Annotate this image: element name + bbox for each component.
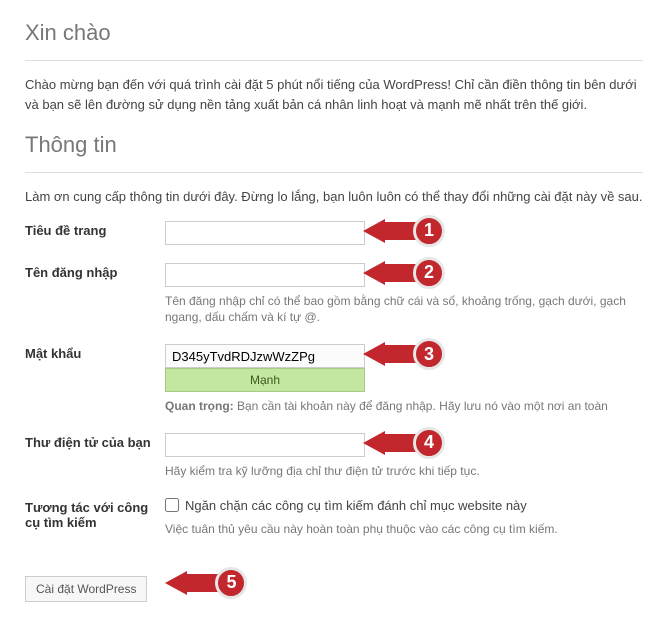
label-search-engines: Tương tác với công cụ tìm kiếm xyxy=(25,490,165,548)
callout-5: 5 xyxy=(165,567,247,599)
search-engine-checkbox[interactable] xyxy=(165,498,179,512)
username-input[interactable] xyxy=(165,263,365,287)
info-text: Làm ơn cung cấp thông tin dưới đây. Đừng… xyxy=(25,187,643,207)
callout-3: 3 xyxy=(363,338,445,370)
callout-number: 1 xyxy=(413,215,445,247)
checkbox-text: Ngăn chặn các công cụ tìm kiếm đánh chỉ … xyxy=(185,498,527,513)
arrow-left-icon xyxy=(165,571,187,595)
callout-number: 2 xyxy=(413,257,445,289)
callout-number: 4 xyxy=(413,427,445,459)
intro-text: Chào mừng bạn đến với quá trình cài đặt … xyxy=(25,75,643,114)
search-engine-hint: Việc tuân thủ yêu cầu này hoàn toàn phụ … xyxy=(165,521,643,538)
label-password: Mật khẩu xyxy=(25,336,165,425)
section-heading: Thông tin xyxy=(25,132,643,158)
callout-number: 3 xyxy=(413,338,445,370)
divider xyxy=(25,172,643,173)
callout-4: 4 xyxy=(363,427,445,459)
email-input[interactable] xyxy=(165,433,365,457)
callout-2: 2 xyxy=(363,257,445,289)
username-hint: Tên đăng nhập chỉ có thể bao gồm bằng ch… xyxy=(165,293,643,327)
label-username: Tên đăng nhập xyxy=(25,255,165,337)
password-important: Quan trọng: Bạn cần tài khoản này để đăn… xyxy=(165,398,643,415)
password-strength-meter: Mạnh xyxy=(165,368,365,392)
label-site-title: Tiêu đề trang xyxy=(25,213,165,255)
arrow-left-icon xyxy=(363,342,385,366)
important-label: Quan trọng: xyxy=(165,399,234,413)
password-input[interactable] xyxy=(165,344,365,368)
callout-number: 5 xyxy=(215,567,247,599)
divider xyxy=(25,60,643,61)
email-hint: Hãy kiểm tra kỹ lưỡng địa chỉ thư điện t… xyxy=(165,463,643,480)
page-heading: Xin chào xyxy=(25,20,643,46)
install-wordpress-button[interactable]: Cài đặt WordPress xyxy=(25,576,147,602)
search-engine-checkbox-label[interactable]: Ngăn chặn các công cụ tìm kiếm đánh chỉ … xyxy=(165,498,527,513)
arrow-left-icon xyxy=(363,219,385,243)
arrow-left-icon xyxy=(363,261,385,285)
label-email: Thư điện tử của bạn xyxy=(25,425,165,490)
arrow-left-icon xyxy=(363,431,385,455)
install-form: Tiêu đề trang 1 Tên đăng nhập 2 Tên đăng… xyxy=(25,213,643,548)
callout-1: 1 xyxy=(363,215,445,247)
important-text: Bạn cần tài khoản này để đăng nhập. Hãy … xyxy=(234,399,608,413)
site-title-input[interactable] xyxy=(165,221,365,245)
